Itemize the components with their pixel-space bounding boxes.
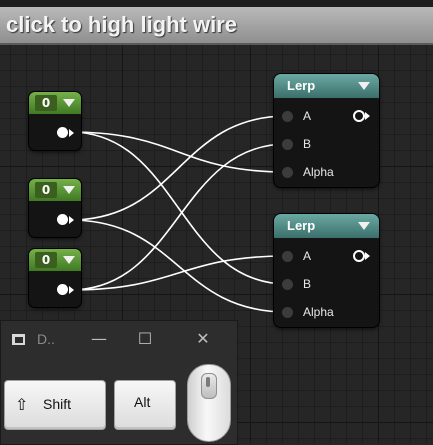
input-pin-alpha[interactable]: [282, 167, 293, 178]
title-bar[interactable]: D.. — ☐ ✕: [1, 321, 237, 357]
shift-arrow-icon: ⇧: [15, 397, 29, 414]
instruction-banner: click to high light wire: [0, 7, 433, 45]
input-pin-alpha[interactable]: [282, 307, 293, 318]
constant-value[interactable]: 0: [35, 95, 57, 111]
banner-text: click to high light wire: [6, 12, 238, 37]
window-title: D..: [37, 331, 55, 347]
constant-value[interactable]: 0: [35, 182, 57, 198]
maximize-button[interactable]: ☐: [131, 327, 159, 351]
lerp-title: Lerp: [287, 78, 316, 93]
output-pin[interactable]: [353, 110, 365, 122]
output-arrow-icon: [365, 112, 370, 120]
output-pin[interactable]: [353, 250, 365, 262]
chevron-down-icon[interactable]: [358, 222, 370, 230]
minimize-button[interactable]: —: [85, 327, 113, 351]
chevron-down-icon[interactable]: [358, 82, 370, 90]
output-pin[interactable]: [57, 127, 68, 138]
wire-3[interactable]: [69, 115, 288, 221]
app-icon: [12, 334, 25, 345]
constant-node-3[interactable]: 0: [29, 249, 81, 307]
input-pin-b[interactable]: [282, 279, 293, 290]
constant-value[interactable]: 0: [35, 252, 57, 268]
constant-node-2[interactable]: 0: [29, 179, 81, 237]
chevron-down-icon[interactable]: [63, 99, 75, 107]
lerp-node-2[interactable]: Lerp A B Alpha: [274, 214, 379, 327]
mouse-icon: [187, 364, 231, 442]
output-arrow-icon: [69, 216, 74, 224]
input-label: B: [303, 137, 312, 151]
chevron-down-icon[interactable]: [63, 256, 75, 264]
output-arrow-icon: [69, 286, 74, 294]
alt-key: Alt: [114, 380, 176, 430]
alt-key-label: Alt: [134, 394, 151, 410]
input-pin-b[interactable]: [282, 139, 293, 150]
input-pin-a[interactable]: [282, 251, 293, 262]
lerp-node-1[interactable]: Lerp A B Alpha: [274, 74, 379, 187]
chevron-down-icon[interactable]: [63, 186, 75, 194]
input-pin-a[interactable]: [282, 111, 293, 122]
output-arrow-icon: [365, 252, 370, 260]
input-label: B: [303, 277, 312, 291]
input-label: Alpha: [303, 165, 334, 179]
lerp-title: Lerp: [287, 218, 316, 233]
close-button[interactable]: ✕: [189, 327, 217, 351]
input-label: A: [303, 109, 312, 123]
shift-key-label: Shift: [43, 396, 72, 412]
wire-4[interactable]: [69, 219, 288, 313]
wire-2[interactable]: [69, 131, 288, 285]
output-pin[interactable]: [57, 284, 68, 295]
constant-node-1[interactable]: 0: [29, 92, 81, 150]
input-label: A: [303, 249, 312, 263]
input-label: Alpha: [303, 305, 334, 319]
output-pin[interactable]: [57, 214, 68, 225]
output-arrow-icon: [69, 129, 74, 137]
shift-key: ⇧ Shift: [4, 380, 106, 430]
mouse-wheel-icon: [206, 377, 210, 387]
